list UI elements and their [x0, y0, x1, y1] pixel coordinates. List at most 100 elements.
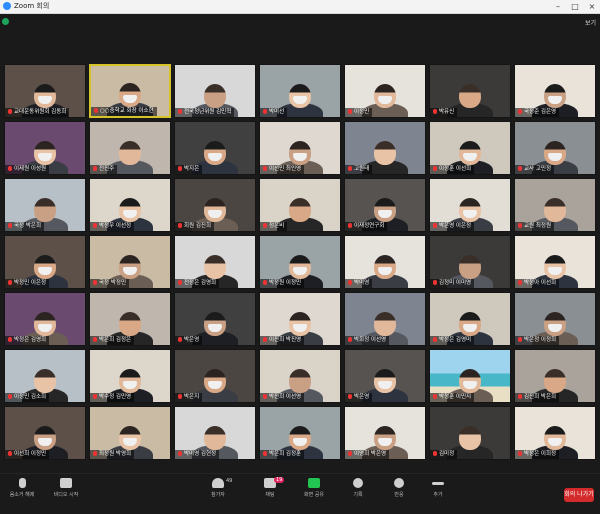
participant-tile[interactable]: 박은영 — [344, 349, 426, 403]
participant-name-text: 국정 박정민 — [99, 280, 127, 286]
participant-tile[interactable]: 박미영 — [344, 235, 426, 289]
window-title: Zoom 회의 — [14, 2, 50, 10]
participant-tile[interactable]: 박정아 이선희 — [514, 235, 596, 289]
muted-mic-icon — [263, 109, 267, 114]
participant-face — [374, 312, 396, 336]
participant-tile[interactable]: 박수정 김민영 — [89, 349, 171, 403]
participant-tile[interactable]: 이재정연구회 — [344, 178, 426, 232]
smiley-icon — [394, 478, 404, 488]
view-button[interactable]: 보기 — [585, 18, 596, 27]
participant-name-text: 박수정 김민영 — [99, 394, 132, 400]
participant-tile[interactable]: 이정훈 이선희 — [429, 121, 511, 175]
participant-tile[interactable]: 이영희 박은영 — [344, 406, 426, 460]
participant-name: 고원태 — [345, 165, 373, 174]
participant-tile[interactable]: 교사 고민정 — [514, 121, 596, 175]
record-button[interactable]: 기록 — [336, 478, 380, 498]
participant-tile[interactable]: 박지은 — [174, 121, 256, 175]
participant-name: 박정은 김영희 — [5, 336, 50, 345]
maximize-icon[interactable]: □ — [567, 0, 583, 13]
participant-tile[interactable]: 고원태 — [344, 121, 426, 175]
participant-tile[interactable]: 박희정 이선영 — [344, 292, 426, 346]
participant-tile[interactable]: 박유신 — [429, 64, 511, 118]
participant-tile[interactable]: 이정민 — [344, 64, 426, 118]
participant-name-text: 박은정 이정희 — [524, 337, 557, 343]
chat-button[interactable]: 19 채팅 — [248, 477, 292, 498]
participant-tile[interactable]: 김미정 — [429, 406, 511, 460]
more-button[interactable]: 추가 — [416, 478, 460, 498]
participant-name: 국정준 김은영 — [515, 108, 560, 117]
participant-name: 박정원 이정민 — [260, 279, 305, 288]
participant-face — [119, 141, 141, 165]
participant-name-text: 최정원 박영희 — [99, 451, 132, 457]
participant-tile[interactable]: 전진주 — [89, 121, 171, 175]
mute-button[interactable]: 음소거 해제 — [0, 478, 44, 498]
participant-tile[interactable]: 박은희 김정훈 — [259, 406, 341, 460]
participant-tile[interactable]: 최정원 박영희 — [89, 406, 171, 460]
participant-face — [119, 312, 141, 336]
participant-name: 교원 최정원 — [515, 222, 555, 231]
participant-tile[interactable]: 이제원 이성원 — [4, 121, 86, 175]
share-screen-button[interactable]: 화면 공유 — [292, 478, 336, 498]
muted-mic-icon — [8, 109, 12, 114]
participant-tile[interactable]: 국정 박은희 — [4, 178, 86, 232]
participant-name-text: 박정아 이선희 — [524, 280, 557, 286]
participant-tile[interactable]: 이선희 이정민 — [4, 406, 86, 460]
participant-name-text: 전국청년위원 김민혁 — [184, 109, 232, 115]
participant-tile[interactable]: 김정미 이미영 — [429, 235, 511, 289]
participant-name: 박정은 이희정 — [515, 450, 560, 459]
leave-meeting-button[interactable]: 회의 나가기 — [564, 488, 594, 502]
muted-mic-icon — [348, 451, 352, 456]
close-icon[interactable]: × — [584, 0, 600, 13]
participant-tile[interactable]: 이진희 박진영 — [259, 292, 341, 346]
participant-tile[interactable]: 교원 최정원 — [514, 178, 596, 232]
video-button[interactable]: 비디오 시작 — [44, 478, 88, 498]
participant-tile[interactable]: 박정훈 이민지 — [429, 349, 511, 403]
participant-tile[interactable]: 박은정 이정희 — [514, 292, 596, 346]
participant-face — [34, 198, 56, 222]
participant-tile[interactable]: 박은영 — [174, 292, 256, 346]
muted-mic-icon — [348, 280, 352, 285]
participant-tile[interactable]: 박정은 김영미 — [429, 292, 511, 346]
participant-tile[interactable]: 국정 박정민 — [89, 235, 171, 289]
security-shield-icon[interactable] — [2, 18, 9, 25]
participant-tile[interactable]: 박정민 이은정 — [4, 235, 86, 289]
participant-name: 박은정 이정희 — [515, 336, 560, 345]
participant-name: 김미정 — [430, 450, 458, 459]
participant-name: 김진희 박은희 — [515, 393, 560, 402]
participant-tile[interactable]: 김진희 박은희 — [514, 349, 596, 403]
participant-tile[interactable]: 전정은 김영희 — [174, 235, 256, 289]
participant-tile[interactable]: 이정민 김소희 — [4, 349, 86, 403]
participant-tile[interactable]: 회원 김진희 — [174, 178, 256, 232]
participant-tile[interactable]: 박미선 — [259, 64, 341, 118]
participant-name: 박정아 이선희 — [515, 279, 560, 288]
participant-name: 박유신 — [430, 108, 458, 117]
participant-tile[interactable]: 전국청년위원 김민혁 — [174, 64, 256, 118]
participant-face — [289, 198, 311, 222]
muted-mic-icon — [94, 108, 98, 113]
participant-tile[interactable]: 박정은 이희정 — [514, 406, 596, 460]
muted-mic-icon — [93, 223, 97, 228]
participant-name: 교대운동위원회 김동희 — [5, 108, 70, 117]
participant-name-text: 이진희 박진영 — [269, 337, 302, 343]
participant-tile[interactable]: 박미영 김현정 — [174, 406, 256, 460]
participant-tile[interactable]: 박진희 이선영 — [259, 349, 341, 403]
participant-tile[interactable]: 박은희 김정은 — [89, 292, 171, 346]
minimize-icon[interactable]: – — [550, 0, 566, 13]
muted-mic-icon — [178, 337, 182, 342]
participant-tile[interactable]: 정은비 — [259, 178, 341, 232]
more-label: 추가 — [433, 492, 443, 498]
participant-tile[interactable]: ○○중학교 회장 이소현 — [89, 64, 171, 118]
participant-tile[interactable]: 박정원 이정민 — [259, 235, 341, 289]
participant-name-text: 박미선 — [269, 109, 285, 115]
participant-tile[interactable]: 이선민 최인영 — [259, 121, 341, 175]
muted-mic-icon — [433, 337, 437, 342]
participant-tile[interactable]: 국정준 김은영 — [514, 64, 596, 118]
participant-tile[interactable]: 박은영 이은정 — [429, 178, 511, 232]
participant-tile[interactable]: 박정우 이선정 — [89, 178, 171, 232]
reactions-button[interactable]: 반응 — [377, 478, 421, 498]
muted-mic-icon — [263, 166, 267, 171]
participant-tile[interactable]: 교대운동위원회 김동희 — [4, 64, 86, 118]
participant-tile[interactable]: 박정은 김영희 — [4, 292, 86, 346]
participants-button[interactable]: 49 참가자 — [196, 478, 240, 498]
participant-tile[interactable]: 박은지 — [174, 349, 256, 403]
